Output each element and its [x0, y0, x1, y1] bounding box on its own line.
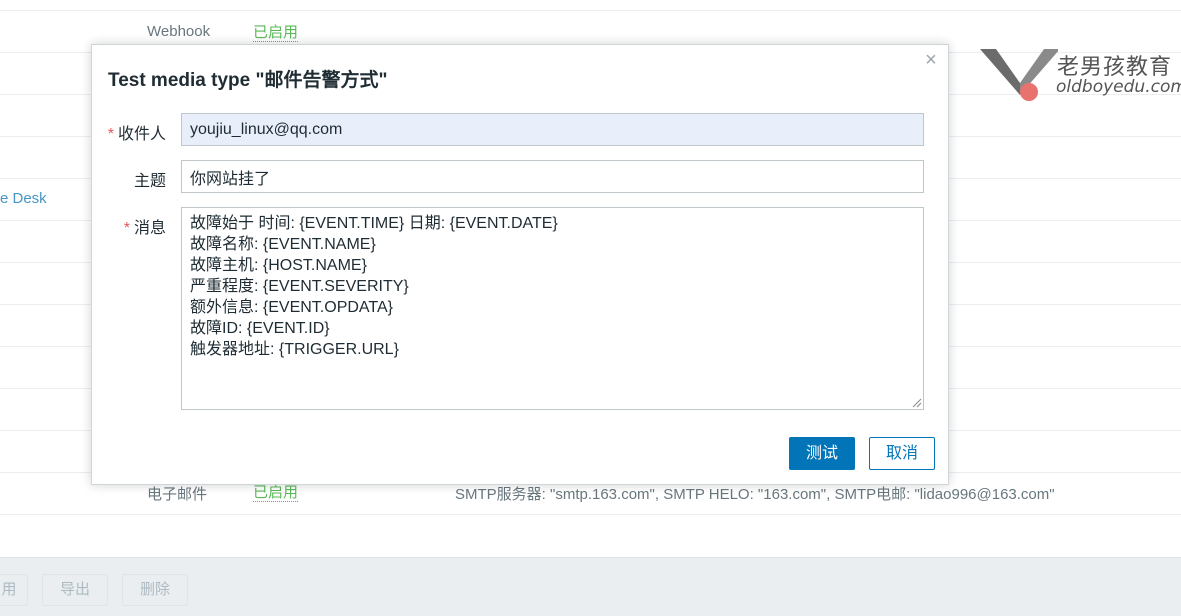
to-label: * 收件人 [108, 120, 166, 144]
status-badge-enabled[interactable]: 已启用 [253, 24, 299, 42]
media-type-name-webhook[interactable]: Webhook [147, 23, 210, 40]
to-label-text: 收件人 [117, 126, 166, 143]
media-type-link-service-desk[interactable]: e Desk [0, 190, 47, 207]
message-label: * 消息 [124, 214, 166, 238]
subject-input[interactable] [181, 160, 924, 193]
test-button[interactable]: 测试 [789, 437, 855, 470]
enable-button[interactable]: 用 [0, 574, 28, 606]
status-badge-enabled[interactable]: 已启用 [253, 484, 299, 502]
media-type-name-email[interactable]: 电子邮件 [147, 483, 207, 504]
subject-label-text: 主题 [133, 173, 166, 190]
oldboyedu-logo: 老男孩教育 oldboyedu.com [978, 45, 1181, 105]
to-input[interactable] [181, 113, 924, 146]
message-label-text: 消息 [133, 220, 166, 237]
required-marker: * [123, 220, 130, 237]
dialog-title: Test media type "邮件告警方式" [108, 70, 388, 91]
cancel-button[interactable]: 取消 [869, 437, 935, 470]
bulk-action-bar: 用 导出 删除 [0, 557, 1181, 616]
export-button[interactable]: 导出 [42, 574, 108, 606]
logo-mark-icon [980, 49, 1060, 101]
subject-label: 主题 [134, 167, 166, 191]
message-textarea[interactable]: 故障始于 时间: {EVENT.TIME} 日期: {EVENT.DATE} 故… [181, 207, 924, 410]
media-type-details: SMTP服务器: "smtp.163.com", SMTP HELO: "163… [455, 486, 1055, 503]
test-media-type-dialog: Test media type "邮件告警方式" × *收件人 主题 *消息 故… [91, 44, 949, 485]
resize-grip-icon[interactable] [911, 397, 922, 408]
logo-text-en: oldboyedu.com [1056, 77, 1181, 97]
delete-button[interactable]: 删除 [122, 574, 188, 606]
close-icon[interactable]: × [922, 50, 940, 70]
required-marker: * [107, 126, 114, 143]
